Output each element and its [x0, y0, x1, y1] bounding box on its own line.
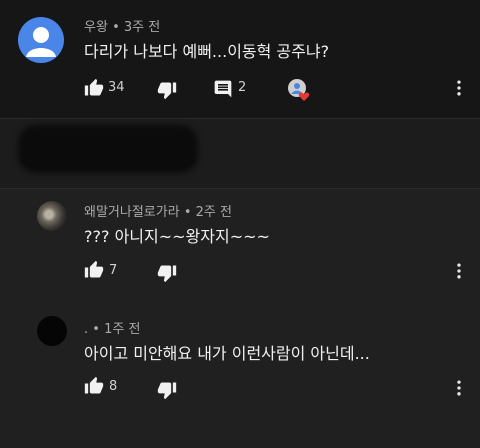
more-vert-icon[interactable] [449, 378, 469, 402]
default-avatar-icon [26, 27, 56, 57]
thumb-up-icon[interactable] [84, 78, 104, 102]
author-name[interactable]: 우왕 [84, 20, 108, 35]
more-vert-icon[interactable] [449, 261, 469, 285]
meta-separator: • [112, 20, 120, 35]
meta-separator: • [92, 322, 100, 337]
avatar[interactable] [37, 201, 67, 231]
meta-separator: • [183, 205, 192, 220]
like-count: 34 [108, 80, 125, 95]
timestamp[interactable]: 1주 전 [104, 322, 140, 337]
avatar[interactable] [37, 316, 67, 346]
thumb-down-icon[interactable] [157, 263, 177, 287]
author-name[interactable]: 왜말거나절로가라 [84, 205, 180, 220]
timestamp[interactable]: 2주 전 [196, 205, 232, 220]
comment-meta: . • 1주 전 [84, 318, 140, 337]
reply-count: 2 [238, 80, 247, 95]
avatar[interactable] [18, 17, 64, 63]
thumb-down-icon[interactable] [157, 380, 177, 404]
comment-icon[interactable] [213, 79, 233, 103]
more-vert-icon[interactable] [449, 78, 469, 102]
divider [0, 188, 480, 189]
thumb-up-icon[interactable] [84, 260, 104, 284]
thumb-up-icon[interactable] [84, 376, 104, 400]
like-count: 7 [109, 263, 118, 278]
comment-text: 아이고 미안해요 내가 이런사람이 아닌데... [84, 344, 370, 363]
comment-text: ??? 아니지~~왕자지~~~ [84, 227, 270, 246]
comment-meta: 왜말거나절로가라 • 2주 전 [84, 201, 232, 220]
like-count: 8 [109, 379, 118, 394]
comment-text: 다리가 나보다 예뻐...이동혁 공주냐? [84, 42, 330, 61]
thumb-down-icon[interactable] [157, 80, 177, 104]
timestamp[interactable]: 3주 전 [124, 20, 160, 35]
redacted-area [18, 125, 198, 173]
author-name[interactable]: . [84, 322, 88, 337]
comment-meta: 우왕 • 3주 전 [84, 16, 160, 35]
divider [0, 118, 480, 119]
creator-heart-icon [286, 77, 312, 107]
